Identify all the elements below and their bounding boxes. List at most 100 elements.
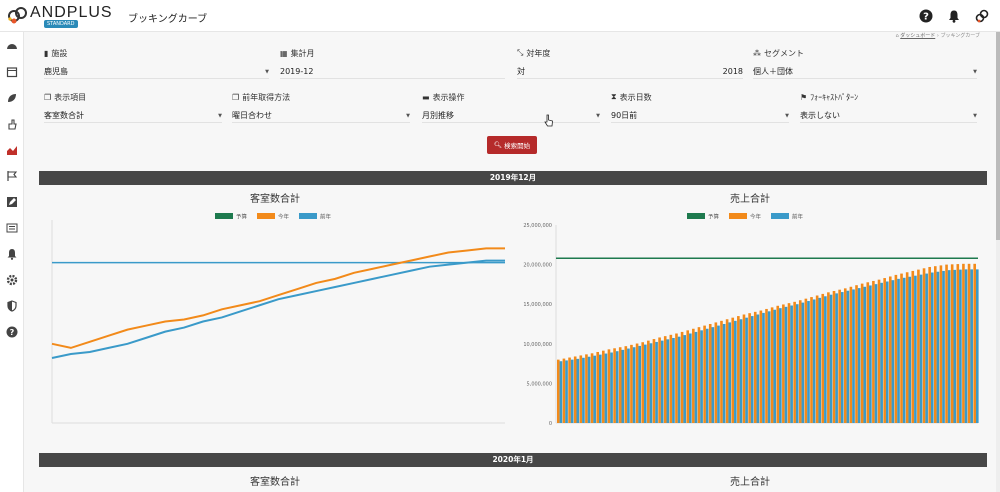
this-year-bar (821, 293, 825, 423)
legend-label: 予算 (708, 213, 720, 221)
last-year-bar (835, 293, 838, 423)
this-year-bar (742, 314, 746, 423)
last-year-bar (947, 270, 951, 423)
gear-icon[interactable] (5, 273, 19, 287)
this-year-bar (843, 288, 847, 423)
legend-swatch (299, 213, 317, 219)
last-year-bar (739, 319, 743, 423)
last-year-bar (919, 274, 923, 423)
this-year-bar (663, 336, 667, 423)
this-year-bar (613, 348, 616, 423)
question-icon[interactable]: ? (918, 8, 934, 24)
forecast-select[interactable]: 表示しない ▼ (800, 109, 977, 123)
last-year-bar (818, 297, 822, 423)
item-field: ❐ 表示項目 客室数合計 ▼ (44, 91, 222, 123)
year-input[interactable]: 対 2018 (517, 65, 743, 79)
this-year-bar (641, 342, 645, 423)
last-year-bar (773, 309, 777, 423)
list-icon[interactable] (5, 221, 19, 235)
last-year-bar (582, 357, 585, 423)
search-button[interactable]: 🔍︎ 検索開始 (487, 136, 537, 154)
link-icon[interactable] (974, 8, 990, 24)
this-year-bar (590, 353, 594, 423)
last-year-bar (869, 285, 872, 423)
last-year-bar (812, 299, 816, 423)
this-year-bar (787, 303, 791, 423)
last-year-bar (975, 269, 979, 423)
y-tick-label: 10,000,000 (523, 342, 552, 348)
this-year-bar (798, 300, 802, 423)
bell-icon[interactable] (946, 8, 962, 24)
this-year-bar (714, 322, 718, 423)
last-year-bar (700, 330, 703, 423)
this-year-bar (911, 270, 915, 423)
this-year-bar (810, 297, 813, 423)
last-year-bar (756, 314, 760, 423)
scrollbar-thumb[interactable] (996, 32, 1000, 240)
last-year-bar (863, 286, 867, 423)
this-year-bar (759, 310, 763, 423)
last-year-bar (615, 351, 619, 423)
this-year-bar (669, 334, 673, 423)
last-year-bar (880, 282, 883, 423)
last-year-bar (942, 270, 945, 423)
last-year-bar (784, 306, 788, 423)
segment-select[interactable]: 個人＋団体 ▼ (753, 65, 977, 79)
bell-icon[interactable] (5, 247, 19, 261)
this-year-bar (624, 346, 628, 423)
archive-icon: ▬ (422, 92, 430, 102)
last-year-bar (683, 335, 687, 423)
last-year-bar (717, 325, 720, 423)
svg-text:?: ? (10, 328, 15, 337)
flag-icon[interactable] (5, 169, 19, 183)
last-year-bar (621, 349, 625, 423)
item-select[interactable]: 客室数合計 ▼ (44, 109, 222, 123)
breadcrumb: ⌂ ダッシュボード › ブッキングカーブ (895, 33, 980, 39)
revenue-bar-chart: 予算 今年 前年 25,000,000 20,000,000 15,000,000 10,0… (523, 213, 979, 427)
this-year-bar (675, 333, 678, 423)
last-year-bar (649, 343, 653, 423)
calendar-icon[interactable] (5, 65, 19, 79)
prevyear-field: ❐ 前年取得方法 曜日合わせ ▼ (232, 91, 410, 123)
this-year-bar (725, 319, 729, 423)
last-year-bar (790, 305, 793, 423)
caret-down-icon: ▼ (406, 112, 410, 119)
breadcrumb-home-link[interactable]: ダッシュボード (900, 33, 935, 39)
operation-select[interactable]: 月別推移 ▼ (422, 109, 600, 123)
legend-label: 前年 (320, 213, 332, 221)
last-year-bar (852, 289, 855, 423)
edition-badge: STANDARD (44, 20, 78, 28)
chart-title: 客室数合計 (250, 477, 300, 488)
this-year-bar (618, 347, 622, 423)
hand-icon[interactable] (5, 117, 19, 131)
building-icon: ▮ (44, 48, 49, 58)
andplus-logo[interactable] (6, 4, 32, 26)
this-year-bar (753, 311, 757, 423)
month-banner: 2019年12月 (39, 171, 987, 185)
compare-icon: ⤡ (517, 48, 524, 57)
top-bar: ANDPLUS STANDARD ブッキングカーブ ? (0, 0, 1000, 32)
this-year-bar (647, 340, 650, 423)
this-year-bar (917, 269, 920, 423)
last-year-bar (762, 312, 765, 423)
sitemap-icon: ⁂ (753, 48, 761, 58)
flag-icon: ⚑ (800, 92, 808, 102)
prevyear-select[interactable]: 曜日合わせ ▼ (232, 109, 410, 123)
days-select[interactable]: 90日前 ▼ (611, 109, 789, 123)
y-tick-label: 0 (549, 421, 552, 427)
this-year-bar (720, 320, 723, 423)
area-chart-icon[interactable] (5, 143, 19, 157)
this-year-bar (967, 263, 971, 423)
shield-icon[interactable] (5, 299, 19, 313)
breadcrumb-current: ブッキングカーブ (940, 33, 980, 39)
legend-swatch (729, 213, 747, 219)
dashboard-icon[interactable] (5, 39, 19, 53)
question-icon[interactable]: ? (5, 325, 19, 339)
month-input[interactable]: 2019-12 (280, 65, 505, 79)
this-year-bar (866, 282, 870, 423)
leaf-icon[interactable] (5, 91, 19, 105)
edit-icon[interactable] (5, 195, 19, 209)
this-year-bar (585, 354, 588, 423)
facility-select[interactable]: 鹿児島 ▼ (44, 65, 269, 79)
last-year-bar (779, 308, 782, 423)
